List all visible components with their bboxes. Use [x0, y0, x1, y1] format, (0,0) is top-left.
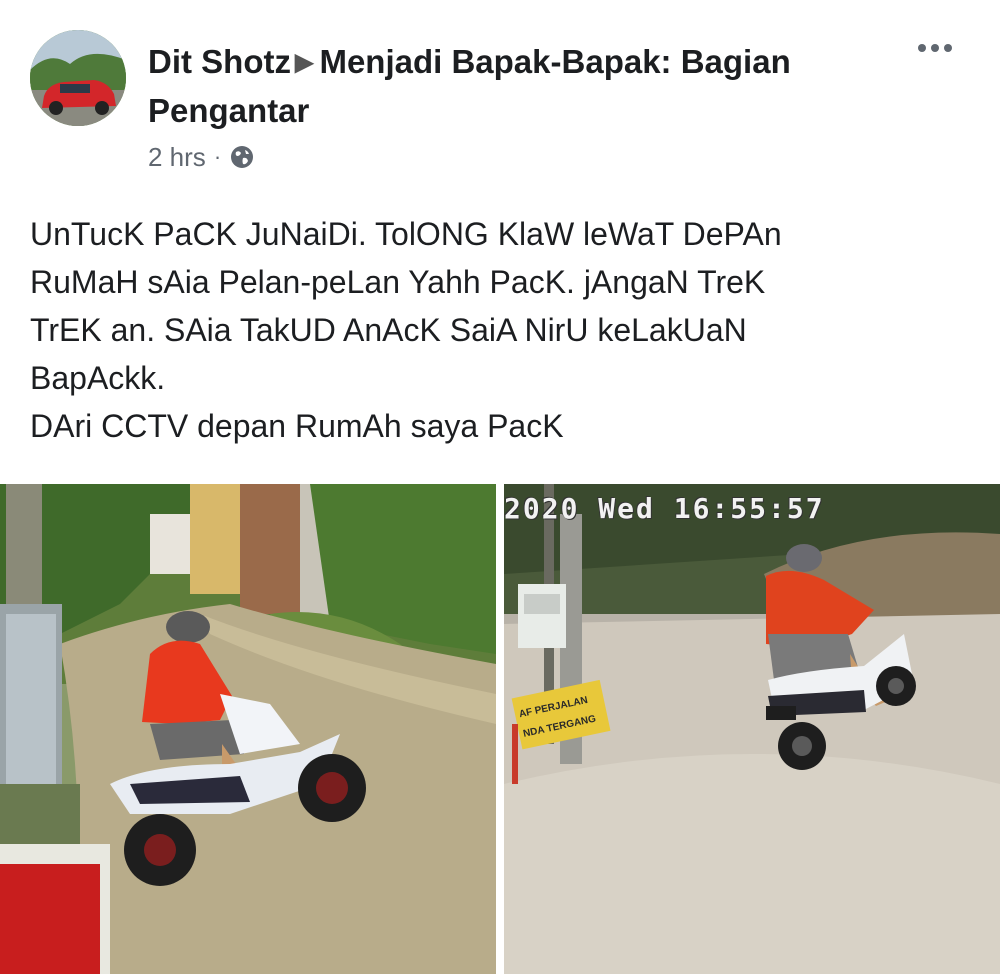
post-text-line: DAri CCTV depan RumAh saya PacK	[30, 408, 564, 444]
post-body: UnTucK PaCK JuNaiDi. TolONG KlaW leWaT D…	[30, 210, 970, 450]
meta-separator: ·	[213, 144, 222, 169]
photo-cctv-left[interactable]	[0, 484, 496, 974]
arrow-right-icon: ▶	[294, 49, 314, 76]
globe-icon[interactable]	[229, 144, 255, 170]
more-options-dot	[931, 44, 939, 52]
author-avatar[interactable]	[30, 30, 126, 126]
post-text-line: BapAckk.	[30, 360, 166, 396]
post-header: Dit Shotz ▶ Menjadi Bapak-Bapak: Bagian Pe…	[148, 38, 868, 135]
post-text-line: UnTucK PaCK JuNaiDi. TolONG KlaW leWaT D…	[30, 216, 782, 252]
more-options-button[interactable]	[905, 28, 965, 68]
post-timestamp[interactable]: 2 hrs	[148, 142, 206, 173]
cctv-timestamp: 2020 Wed 16:55:57	[504, 492, 825, 525]
post-text-line: RuMaH sAia Pelan-peLan Yahh PacK. jAngaN…	[30, 264, 766, 300]
author-name[interactable]: Dit Shotz	[148, 43, 291, 80]
post-meta: 2 hrs ·	[148, 140, 255, 174]
post-text-line: TrEK an. SAia TakUD AnAcK SaiA NirU keLa…	[30, 312, 747, 348]
photo-grid: AF PERJALAN NDA TERGANG 2020 Wed 16:55:5	[0, 484, 1000, 974]
photo-cctv-right[interactable]: AF PERJALAN NDA TERGANG 2020 Wed 16:55:5	[504, 484, 1000, 974]
more-options-icon	[918, 44, 926, 52]
facebook-post: Dit Shotz ▶ Menjadi Bapak-Bapak: Bagian Pe…	[0, 0, 1000, 974]
more-options-dot	[944, 44, 952, 52]
